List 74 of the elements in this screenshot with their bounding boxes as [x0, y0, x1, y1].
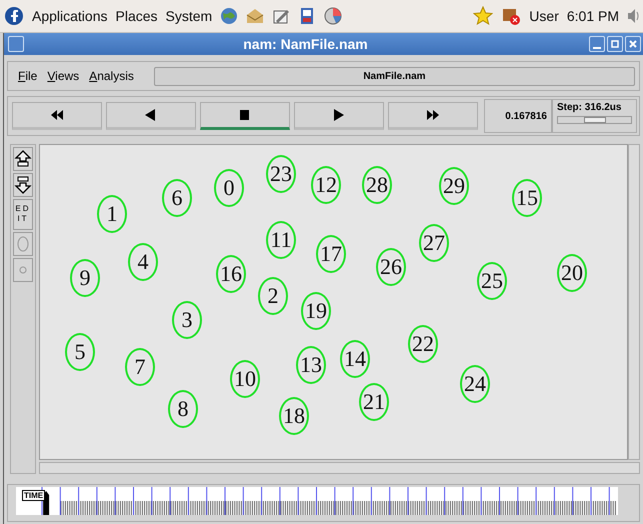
network-node[interactable]: 15: [512, 179, 542, 217]
tool-button[interactable]: [13, 173, 33, 197]
step-label: Step: 316.2us: [557, 102, 622, 113]
pencil-paper-icon[interactable]: [272, 7, 290, 25]
playback-button[interactable]: [12, 102, 102, 130]
close-icon: [628, 39, 638, 49]
network-node[interactable]: 10: [230, 360, 260, 398]
network-node[interactable]: 0: [214, 169, 244, 207]
fast-forward-icon: [425, 109, 441, 121]
network-node[interactable]: 11: [266, 221, 296, 259]
network-node[interactable]: 26: [376, 248, 406, 286]
network-node[interactable]: 29: [439, 167, 469, 205]
step-slider[interactable]: [557, 116, 632, 124]
network-node[interactable]: 21: [359, 383, 389, 421]
panel-menu[interactable]: Applications: [32, 8, 108, 24]
network-node[interactable]: 18: [279, 397, 309, 435]
mail-icon[interactable]: [246, 7, 264, 25]
playback-button[interactable]: [388, 102, 478, 130]
network-node[interactable]: 19: [301, 292, 331, 330]
network-node[interactable]: 2: [258, 277, 288, 315]
menu-item[interactable]: File: [18, 69, 38, 83]
network-node[interactable]: 12: [311, 166, 341, 204]
network-node[interactable]: 3: [172, 301, 202, 339]
close-button[interactable]: [625, 36, 641, 52]
network-node[interactable]: 17: [316, 235, 346, 273]
network-node[interactable]: 28: [362, 166, 392, 204]
network-node[interactable]: 20: [557, 254, 587, 292]
playback-button[interactable]: [200, 102, 290, 130]
distro-logo-icon[interactable]: [4, 5, 24, 27]
horizontal-scrollbar[interactable]: [39, 462, 640, 474]
clock[interactable]: 6:01 PM: [566, 8, 619, 24]
network-node[interactable]: 16: [216, 255, 246, 293]
network-node[interactable]: 13: [296, 346, 326, 384]
playback-button[interactable]: [106, 102, 196, 130]
window-menu-button[interactable]: [8, 36, 24, 52]
network-node[interactable]: 7: [125, 348, 155, 386]
network-node[interactable]: 5: [65, 333, 95, 371]
network-node[interactable]: 4: [128, 243, 158, 281]
star-icon[interactable]: [473, 6, 494, 26]
minimize-icon: [593, 46, 601, 48]
user-name[interactable]: User: [529, 8, 559, 24]
vertical-scrollbar[interactable]: [628, 144, 640, 460]
panel-menu[interactable]: Places: [116, 8, 158, 24]
slider-thumb[interactable]: [584, 117, 606, 123]
chart-icon[interactable]: [324, 7, 342, 25]
time-readout: 0.167816: [484, 99, 552, 133]
rewind-icon: [49, 109, 65, 121]
network-node[interactable]: 1: [97, 195, 127, 233]
network-node[interactable]: 8: [168, 390, 198, 428]
network-node[interactable]: 25: [477, 262, 507, 300]
edit-button[interactable]: EDIT: [12, 199, 34, 230]
network-node[interactable]: 6: [162, 179, 192, 217]
network-node[interactable]: 14: [340, 340, 370, 378]
network-node[interactable]: 22: [408, 325, 438, 363]
playback-button[interactable]: [294, 102, 384, 130]
update-alert-icon[interactable]: [501, 6, 522, 26]
panel-menu[interactable]: System: [166, 8, 212, 24]
window-title: nam: NamFile.nam: [242, 36, 369, 52]
maximize-icon: [610, 39, 620, 49]
network-node[interactable]: 27: [419, 224, 449, 262]
down-arrow-icon: [14, 176, 32, 194]
network-node[interactable]: 24: [460, 365, 490, 403]
maximize-button[interactable]: [607, 36, 623, 52]
menu-item[interactable]: Views: [47, 69, 80, 83]
minimize-button[interactable]: [589, 36, 605, 52]
network-node[interactable]: 9: [70, 259, 100, 297]
up-arrow-icon: [14, 150, 32, 168]
globe-icon[interactable]: [220, 7, 238, 25]
menu-item[interactable]: Analysis: [89, 69, 134, 83]
timeline-slider[interactable]: [16, 487, 618, 515]
file-name-label: NamFile.nam: [154, 66, 635, 86]
tool-button[interactable]: [13, 147, 33, 171]
network-node[interactable]: 23: [266, 155, 296, 193]
time-marker-label[interactable]: TIME: [22, 490, 46, 501]
